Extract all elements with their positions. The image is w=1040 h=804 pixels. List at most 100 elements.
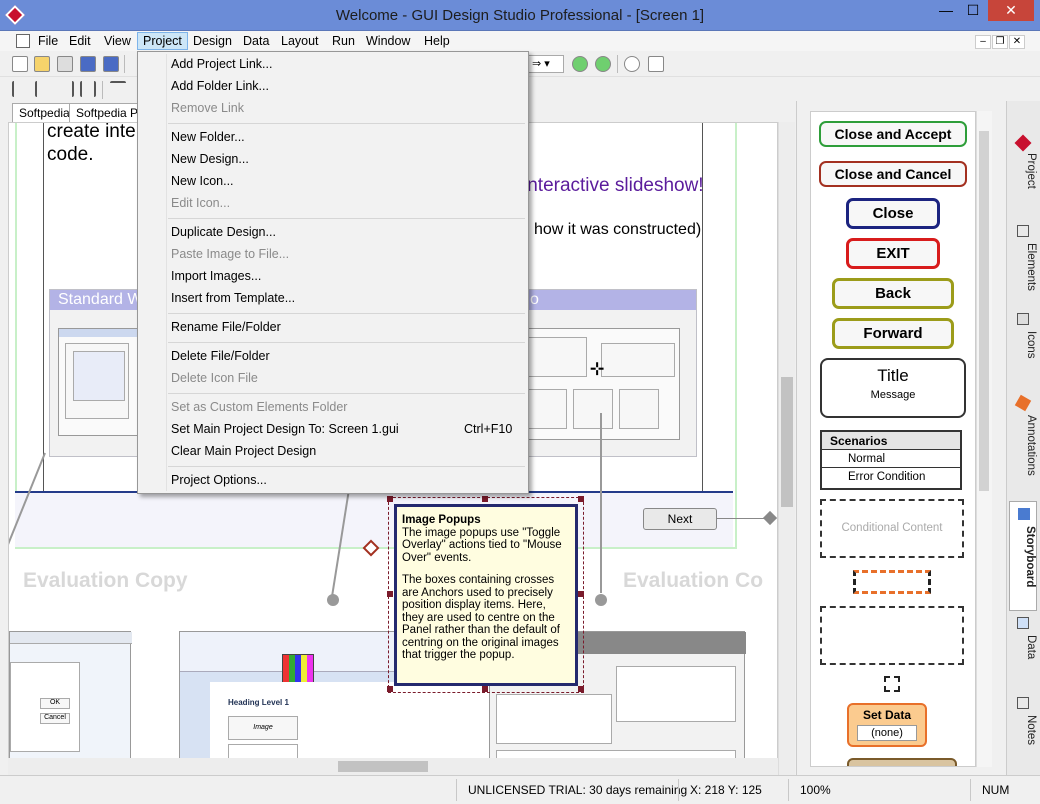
tab-softpedia[interactable]: Softpedia <box>12 103 77 122</box>
horizontal-scroll-thumb[interactable] <box>338 761 428 772</box>
tab-elements[interactable]: Elements <box>1009 219 1037 307</box>
menu-layout[interactable]: Layout <box>276 32 324 50</box>
menu-delete-file[interactable]: Delete File/Folder <box>171 345 270 367</box>
menu-design[interactable]: Design <box>188 32 237 50</box>
selection-handle[interactable] <box>482 686 488 692</box>
title-label: Title <box>877 366 909 385</box>
word-processor-thumbnail[interactable]: Heading Level 1 Image <box>179 631 408 774</box>
selection-handle[interactable] <box>387 496 393 502</box>
element-forward[interactable]: Forward <box>832 318 954 349</box>
element-partial-item[interactable] <box>847 758 957 766</box>
menu-clear-main-design[interactable]: Clear Main Project Design <box>171 440 316 462</box>
save-as-icon[interactable] <box>103 56 119 72</box>
menu-set-main-design[interactable]: Set Main Project Design To: Screen 1.gui <box>171 418 399 440</box>
next-button[interactable]: Next <box>643 508 717 530</box>
tab-icons[interactable]: Icons <box>1009 307 1037 391</box>
mdi-close-button[interactable]: ✕ <box>1009 35 1025 49</box>
element-conditional-content[interactable]: Conditional Content <box>820 499 964 558</box>
save-all-icon[interactable] <box>57 56 73 72</box>
menu-duplicate-design[interactable]: Duplicate Design... <box>171 221 276 243</box>
tab-annotations[interactable]: Annotations <box>1009 391 1037 501</box>
menu-add-folder-link[interactable]: Add Folder Link... <box>171 75 269 97</box>
image-popups-note[interactable]: Image Popups The image popups use "Toggl… <box>394 504 578 686</box>
tab-project[interactable]: Project <box>1009 129 1037 219</box>
menu-add-project-link[interactable]: Add Project Link... <box>171 53 272 75</box>
align-left-icon[interactable] <box>12 81 28 97</box>
menu-new-design[interactable]: New Design... <box>171 148 249 170</box>
vertical-scroll-thumb[interactable] <box>781 377 793 507</box>
refresh-icon[interactable] <box>572 56 588 72</box>
elements-scrollbar[interactable] <box>976 111 992 767</box>
menu-data[interactable]: Data <box>238 32 274 50</box>
menu-import-images[interactable]: Import Images... <box>171 265 261 287</box>
mdi-restore-button[interactable]: ❐ <box>992 35 1008 49</box>
menu-custom-elements[interactable]: Set as Custom Elements Folder <box>171 396 347 418</box>
link-endpoint-icon <box>762 510 777 526</box>
tab-storyboard[interactable]: Storyboard <box>1009 501 1037 611</box>
run-icon[interactable] <box>595 56 611 72</box>
panel-left-title: Standard W <box>58 291 143 308</box>
new-file-icon[interactable] <box>12 56 28 72</box>
distribute-icon[interactable] <box>80 81 96 97</box>
info-icon[interactable] <box>624 56 640 72</box>
tab-annotations-label: Annotations <box>1025 415 1037 476</box>
menu-delete-icon-file[interactable]: Delete Icon File <box>171 367 258 389</box>
nav-strip <box>15 491 733 547</box>
canvas-horizontal-scrollbar[interactable] <box>8 758 778 775</box>
open-folder-icon[interactable] <box>34 56 50 72</box>
standard-window-thumbnail[interactable] <box>58 328 139 436</box>
zoom-dropdown[interactable]: ⇒ ▾ <box>528 55 564 73</box>
minimize-button[interactable]: — <box>933 0 959 21</box>
menu-rename[interactable]: Rename File/Folder <box>171 316 281 338</box>
menu-project-options[interactable]: Project Options... <box>171 469 267 491</box>
canvas-vertical-scrollbar[interactable] <box>778 122 795 775</box>
selection-handle[interactable] <box>387 686 393 692</box>
selection-handle[interactable] <box>482 496 488 502</box>
menu-run[interactable]: Run <box>327 32 360 50</box>
help-pointer-icon[interactable] <box>648 56 664 72</box>
anchor-crosshair-icon[interactable]: ⊹ <box>590 359 604 379</box>
menu-bar: File Edit View Project Design Data Layou… <box>0 31 1040 51</box>
menu-insert-template[interactable]: Insert from Template... <box>171 287 295 309</box>
menu-project[interactable]: Project <box>137 32 188 50</box>
menu-edit-icon[interactable]: Edit Icon... <box>171 192 230 214</box>
menu-view[interactable]: View <box>99 32 136 50</box>
menu-new-icon[interactable]: New Icon... <box>171 170 234 192</box>
menu-paste-image[interactable]: Paste Image to File... <box>171 243 289 265</box>
save-icon[interactable] <box>80 56 96 72</box>
dialog-thumbnail[interactable]: OK Cancel <box>9 631 132 774</box>
menu-file[interactable]: File <box>33 32 63 50</box>
element-close-accept[interactable]: Close and Accept <box>819 121 967 147</box>
align-center-icon[interactable] <box>35 81 51 97</box>
tab-data[interactable]: Data <box>1009 611 1037 691</box>
annotations-tab-icon <box>1014 394 1032 412</box>
element-close[interactable]: Close <box>846 198 940 229</box>
menu-help[interactable]: Help <box>419 32 455 50</box>
element-close-cancel[interactable]: Close and Cancel <box>819 161 967 187</box>
element-orange-anchor-box[interactable] <box>853 570 931 594</box>
mdi-minimize-button[interactable]: – <box>975 35 991 49</box>
element-back[interactable]: Back <box>832 278 954 309</box>
menu-new-folder[interactable]: New Folder... <box>171 126 245 148</box>
element-set-data[interactable]: Set Data (none) <box>847 703 927 747</box>
tab-notes[interactable]: Notes <box>1009 691 1037 771</box>
message-label: Message <box>870 389 916 401</box>
element-exit[interactable]: EXIT <box>846 238 940 269</box>
menu-edit[interactable]: Edit <box>64 32 96 50</box>
element-title-message[interactable]: Title Message <box>820 358 966 418</box>
element-scenarios[interactable]: Scenarios Normal Error Condition <box>820 430 962 490</box>
menu-window[interactable]: Window <box>361 32 415 50</box>
selection-handle[interactable] <box>387 591 393 597</box>
elements-scroll-thumb[interactable] <box>979 131 989 491</box>
selection-handle[interactable] <box>578 686 584 692</box>
eval-watermark-right: Evaluation Co <box>623 569 764 592</box>
maximize-button[interactable]: ☐ <box>960 0 986 21</box>
element-small-anchor-icon[interactable] <box>884 676 900 692</box>
element-dashed-panel[interactable] <box>820 606 964 665</box>
selection-handle[interactable] <box>578 591 584 597</box>
align-right-icon[interactable] <box>58 81 74 97</box>
menu-remove-link[interactable]: Remove Link <box>171 97 244 119</box>
selection-handle[interactable] <box>578 496 584 502</box>
align-top-icon[interactable] <box>110 81 126 97</box>
close-window-button[interactable]: ✕ <box>988 0 1034 21</box>
